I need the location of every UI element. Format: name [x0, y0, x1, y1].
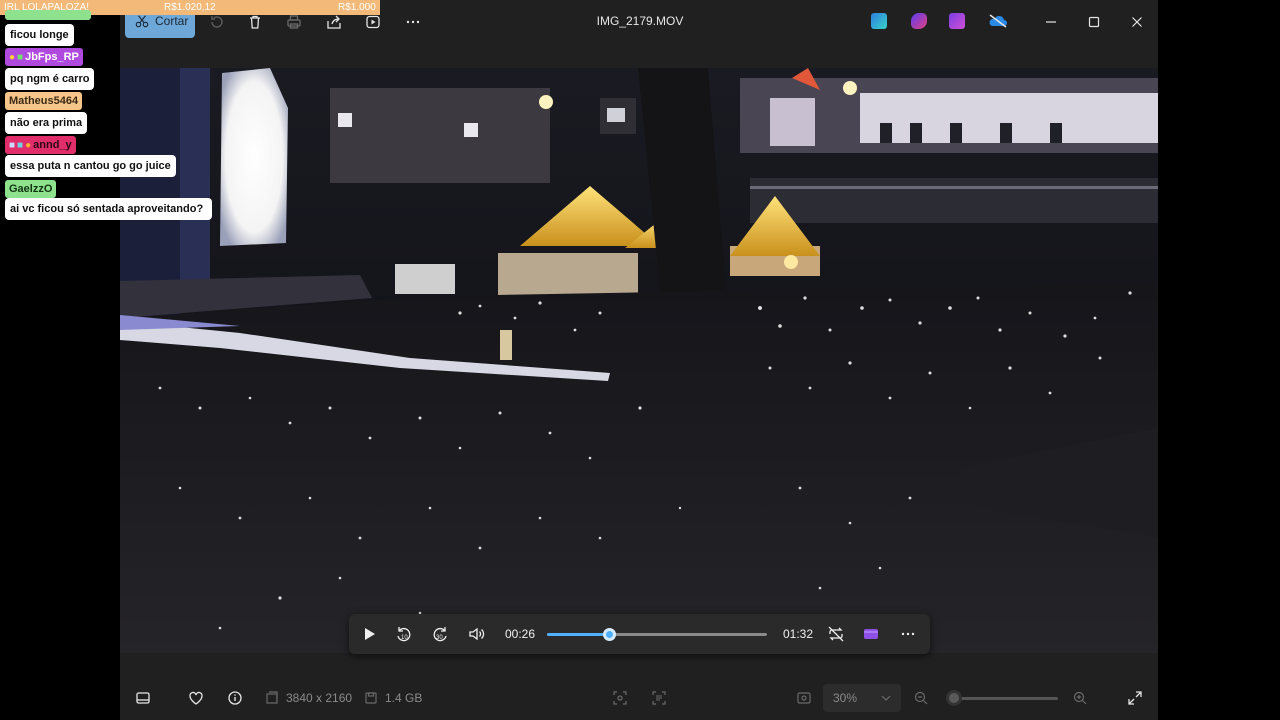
onedrive-icon[interactable]: [988, 13, 1008, 29]
repeat-off-button[interactable]: [826, 624, 846, 644]
sub-badge-icon: ■: [17, 51, 24, 63]
rewind-10-icon: 10: [397, 627, 411, 642]
print-icon: [287, 15, 301, 29]
chat-message: pq ngm é carro: [5, 68, 95, 90]
chat-username: ■ ■ ● annd_y: [5, 136, 76, 154]
close-button[interactable]: [1125, 10, 1149, 34]
zoom-in-icon: [1073, 691, 1087, 705]
chat-username: Matheus5464: [5, 92, 83, 110]
player-more-button[interactable]: [898, 624, 918, 644]
seek-bar-thumb[interactable]: [602, 628, 616, 641]
filmstrip-icon: [136, 692, 150, 704]
chevron-down-icon: [881, 695, 891, 701]
zoom-out-button[interactable]: [913, 688, 929, 708]
stream-chat-overlay: ficou longe ● ■ JbFps_RP pq ngm é carro …: [0, 0, 220, 240]
current-time: 00:26: [505, 627, 536, 641]
resolution-info: 3840 x 2160: [264, 688, 352, 708]
visual-search-button[interactable]: [612, 688, 628, 708]
repeat-off-icon: [828, 626, 844, 642]
file-size-info: 1.4 GB: [363, 688, 422, 708]
photos-app-window: Cortar IMG_2179.MOV 10 30 00:26 01:32 38…: [120, 0, 1158, 720]
video-frame[interactable]: [120, 68, 1158, 653]
volume-icon: [469, 627, 485, 641]
concert-scene-image: [120, 68, 1158, 653]
minimize-icon: [1046, 21, 1056, 23]
duration: 01:32: [783, 627, 814, 641]
text-scan-button[interactable]: [651, 688, 667, 708]
video-editor-button[interactable]: [861, 624, 881, 644]
copilot-icon[interactable]: [911, 13, 927, 29]
zoom-in-button[interactable]: [1072, 688, 1088, 708]
visual-search-icon: [613, 691, 627, 705]
bottom-bar: 3840 x 2160 1.4 GB 30%: [120, 676, 1158, 720]
more-options-button[interactable]: [398, 8, 428, 36]
donation-target: R$1.000: [338, 2, 376, 13]
chat-message: ficou longe: [5, 24, 74, 46]
vip-badge-icon: ■: [17, 139, 24, 151]
share-icon: [327, 15, 341, 29]
maximize-button[interactable]: [1082, 10, 1106, 34]
info-icon: [228, 691, 242, 705]
more-icon: [406, 20, 420, 24]
video-editor-icon[interactable]: [949, 13, 965, 29]
chat-username: ● ■ JbFps_RP: [5, 48, 83, 66]
warning-badge-icon: ●: [25, 139, 32, 151]
zoom-slider[interactable]: [946, 690, 1058, 706]
volume-button[interactable]: [467, 624, 487, 644]
text-scan-icon: [652, 691, 666, 705]
expand-icon: [1128, 691, 1142, 705]
zoom-value: 30%: [833, 691, 858, 705]
play-icon: [365, 628, 375, 640]
file-size-text: 1.4 GB: [385, 691, 423, 705]
forward-30-icon: 30: [433, 627, 447, 642]
file-info-button[interactable]: [227, 688, 243, 708]
maximize-icon: [1088, 16, 1100, 28]
resolution-text: 3840 x 2160: [286, 691, 353, 705]
chat-message: não era prima: [5, 112, 88, 134]
zoom-out-icon: [914, 691, 928, 705]
fullscreen-button[interactable]: [1127, 688, 1143, 708]
chat-message: ai vc ficou só sentada aproveitando?: [5, 198, 212, 220]
clipchamp-icon[interactable]: [871, 13, 887, 29]
flame-badge-icon: ●: [9, 51, 16, 63]
seek-bar[interactable]: [547, 628, 767, 641]
chat-message: essa puta n cantou go go juice: [5, 155, 176, 177]
more-icon: [901, 632, 915, 636]
chat-username-badge: [5, 10, 91, 20]
zoom-slider-thumb[interactable]: [946, 690, 962, 706]
minimize-button[interactable]: [1039, 10, 1063, 34]
seek-bar-fill: [547, 633, 609, 636]
window-title: IMG_2179.MOV: [596, 14, 684, 28]
screen: Cortar IMG_2179.MOV 10 30 00:26 01:32 38…: [0, 0, 1280, 720]
media-controls: 10 30 00:26 01:32: [349, 614, 930, 654]
svg-text:30: 30: [436, 635, 443, 641]
rewind-10-button[interactable]: 10: [394, 624, 414, 644]
image-size-icon: [266, 691, 278, 704]
favorite-button[interactable]: [188, 688, 204, 708]
delete-icon: [250, 15, 260, 29]
save-disk-icon: [365, 692, 377, 704]
slideshow-icon: [366, 15, 380, 29]
svg-text:10: 10: [401, 635, 408, 641]
video-editor-icon: [864, 629, 878, 639]
mod-badge-icon: ■: [9, 139, 16, 151]
actual-size-icon: [797, 692, 811, 704]
forward-30-button[interactable]: 30: [430, 624, 450, 644]
zoom-select[interactable]: 30%: [823, 684, 901, 712]
heart-icon: [189, 691, 203, 705]
filmstrip-button[interactable]: [135, 688, 151, 708]
close-icon: [1132, 17, 1142, 27]
actual-size-button[interactable]: [796, 688, 812, 708]
chat-username: GaelzzO: [5, 180, 57, 198]
play-button[interactable]: [359, 624, 379, 644]
